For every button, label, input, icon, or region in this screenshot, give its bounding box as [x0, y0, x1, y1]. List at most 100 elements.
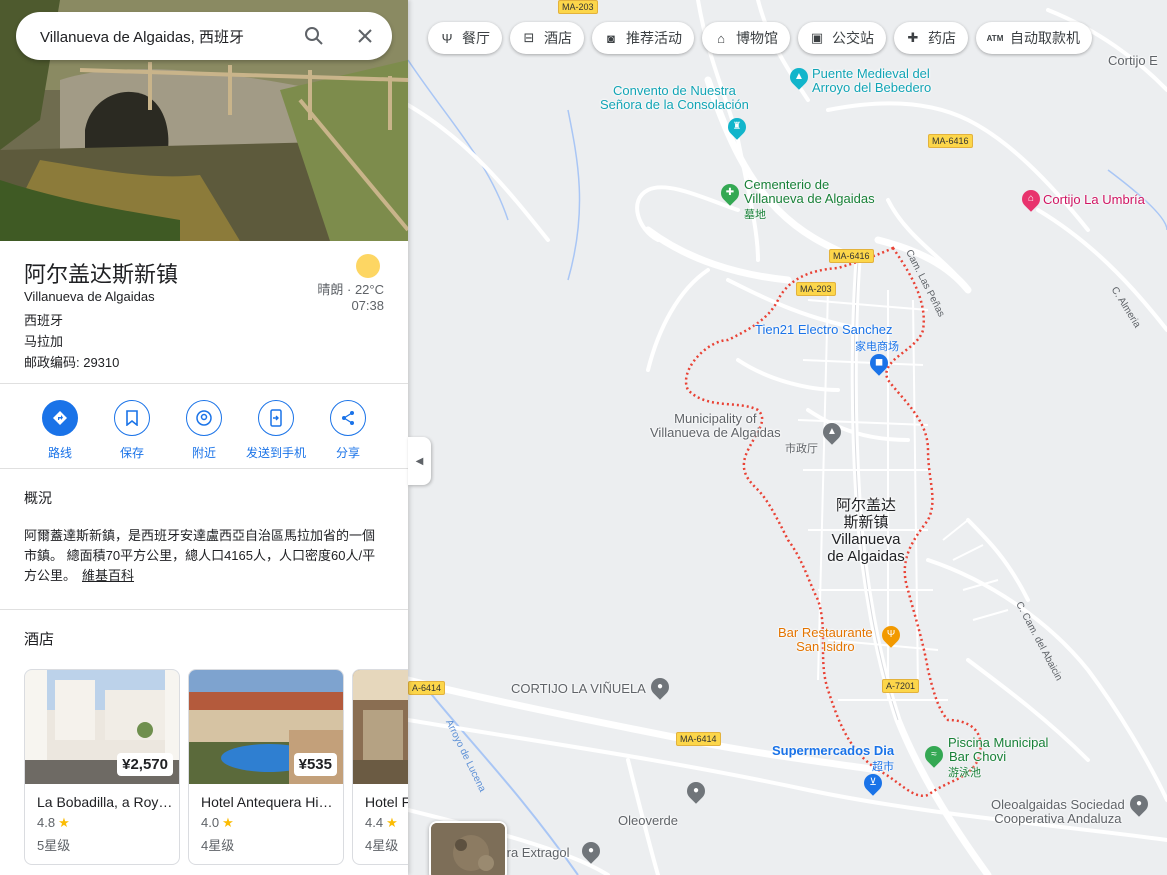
search-icon[interactable]: [302, 24, 326, 48]
hotel-class: 4星级: [201, 838, 235, 853]
layers-toggle-thumbnail[interactable]: [429, 821, 507, 875]
hotel-rating: 4.8 ★: [37, 815, 70, 831]
chip-label: 公交站: [832, 30, 874, 46]
overview-text-block: 阿爾蓋達斯新鎮，是西班牙安達盧西亞自治區馬拉加省的一個市鎮。 總面積70平方公里…: [24, 526, 386, 586]
category-chip-bar: Ψ 餐厅 ⊟ 酒店 ◙ 推荐活动 ⌂ 博物馆 ▣ 公交站 ✚ 药店 ATM 自动取款机: [428, 22, 1092, 54]
hotel-rating-value: 4.8: [37, 815, 56, 830]
hotel-icon: ⊟: [523, 30, 535, 45]
place-pin-icon[interactable]: ●: [647, 674, 673, 700]
poi-puente-label[interactable]: Puente Medieval del Arroyo del Bebedero: [812, 67, 931, 95]
nearby-button[interactable]: 附近: [168, 400, 240, 461]
maps-window: MA-203 MA-6416 MA-6416 MA-203 A-6414 MA-…: [0, 0, 1167, 875]
collapse-panel-button[interactable]: ◀: [408, 437, 431, 485]
search-input[interactable]: [40, 27, 290, 45]
poi-bar-chovi-label[interactable]: Bar Chovi: [949, 750, 1006, 764]
hotel-rating-value: 4.4: [365, 815, 384, 830]
overview-text: 阿爾蓋達斯新鎮，是西班牙安達盧西亞自治區馬拉加省的一個市鎮。 總面積70平方公里…: [24, 528, 376, 583]
poi-cortijo-umbria-label[interactable]: Cortijo La Umbría: [1043, 193, 1145, 207]
divider: [0, 609, 408, 610]
poi-municipality-label[interactable]: Municipality of Villanueva de Algaidas: [650, 412, 781, 440]
hotel-rating: 4.0 ★: [201, 815, 234, 831]
fork-knife-icon[interactable]: Ψ: [878, 622, 904, 648]
chip-label: 酒店: [544, 30, 572, 46]
chip-activities[interactable]: ◙ 推荐活动: [592, 22, 694, 54]
hotel-card[interactable]: Hotel F… 4.4★ 4星级: [352, 669, 408, 865]
castle-icon[interactable]: ♜: [724, 114, 750, 140]
poi-supermercados-sub: 超市: [872, 761, 894, 773]
map-canvas[interactable]: MA-203 MA-6416 MA-6416 MA-203 A-6414 MA-…: [408, 0, 1167, 875]
search-box[interactable]: [16, 12, 392, 60]
pool-icon[interactable]: ≈: [921, 742, 947, 768]
lodging-pin-icon[interactable]: ⌂: [1018, 186, 1044, 212]
chip-restaurant[interactable]: Ψ 餐厅: [428, 22, 502, 54]
poi-cementerio-label[interactable]: Cementerio de Villanueva de Algaidas: [744, 178, 875, 206]
share-button[interactable]: 分享: [312, 400, 384, 461]
hotel-name: La Bobadilla, a Roy…: [37, 794, 173, 810]
hotel-class: 4星级: [365, 838, 399, 853]
directions-icon: [42, 400, 78, 436]
city-hall-icon[interactable]: ▲: [819, 419, 845, 445]
landmark-icon[interactable]: ▲: [786, 64, 812, 90]
bookmark-icon: [114, 400, 150, 436]
action-label: 路线: [47, 446, 72, 460]
directions-button[interactable]: 路线: [24, 400, 96, 461]
chip-label: 餐厅: [462, 30, 490, 46]
poi-oleoalgaidas-label[interactable]: Oleoalgaidas Sociedad Cooperativa Andalu…: [991, 798, 1125, 826]
camera-icon: ◙: [607, 30, 615, 46]
send-to-phone-icon: [258, 400, 294, 436]
hotel-card[interactable]: ¥2,570 La Bobadilla, a Roy… 4.8 ★ 5星级: [24, 669, 180, 865]
road-tag-ma203-top: MA-203: [558, 0, 598, 14]
hotel-photo: [353, 670, 408, 784]
action-label: 分享: [335, 446, 360, 460]
send-to-phone-button[interactable]: 发送到手机: [240, 400, 312, 461]
town-label-line-1: 阿尔盖达: [835, 497, 896, 514]
share-icon: [330, 400, 366, 436]
action-label: 附近: [191, 446, 216, 460]
town-label-line-2: 斯新镇: [843, 514, 889, 531]
hotel-photo: ¥2,570: [25, 670, 179, 784]
weather-condition: 晴朗 · 22°C: [317, 282, 384, 297]
hotel-photo: ¥535: [189, 670, 343, 784]
transit-icon: ▣: [810, 30, 824, 45]
chip-museum[interactable]: ⌂ 博物馆: [702, 22, 790, 54]
chevron-left-icon: ◀: [415, 455, 424, 467]
poi-extragol-label[interactable]: tra Extragol: [503, 846, 569, 860]
museum-icon: ⌂: [717, 30, 725, 46]
chip-atm[interactable]: ATM 自动取款机: [976, 22, 1092, 54]
star-icon: ★: [58, 815, 70, 830]
action-label: 发送到手机: [245, 446, 306, 460]
overview-heading: 概況: [24, 490, 52, 506]
close-icon[interactable]: [353, 24, 377, 48]
hotel-name: Hotel F…: [365, 794, 408, 810]
place-pin-icon[interactable]: ●: [578, 838, 604, 864]
road-tag-a7201: A-7201: [882, 679, 920, 693]
poi-oleoverde-label[interactable]: Oleoverde: [618, 814, 678, 828]
hotel-photo-image: [353, 670, 408, 784]
poi-cortijo-top-label[interactable]: Cortijo E: [1108, 54, 1158, 68]
cart-icon[interactable]: ⊻: [860, 770, 886, 796]
shopping-bag-icon[interactable]: ◼: [866, 350, 892, 376]
road-tag-ma6416-b: MA-6416: [829, 249, 874, 263]
place-pin-icon[interactable]: ●: [1126, 791, 1152, 817]
hotel-card[interactable]: ¥535 Hotel Antequera Hi… 4.0 ★ 4星级: [188, 669, 344, 865]
address-line-2: 西班牙: [24, 313, 64, 328]
poi-tien21-label[interactable]: Tien21 Electro Sanchez: [755, 323, 893, 337]
hotel-rating-value: 4.0: [201, 815, 220, 830]
atm-icon: ATM: [986, 33, 1004, 43]
poi-convento-label[interactable]: Convento de Nuestra Señora de la Consola…: [600, 84, 749, 112]
chip-transit[interactable]: ▣ 公交站: [798, 22, 886, 54]
star-icon: ★: [386, 815, 398, 830]
poi-cortijo-vinuela-label[interactable]: CORTIJO LA VIÑUELA: [511, 682, 646, 696]
place-pin-icon[interactable]: ●: [683, 778, 709, 804]
save-button[interactable]: 保存: [96, 400, 168, 461]
poi-bar-isidro-label[interactable]: Bar Restaurante San Isidro: [778, 626, 873, 654]
divider: [0, 383, 408, 384]
poi-piscina-label[interactable]: Piscina Municipal: [948, 736, 1048, 750]
wikipedia-link[interactable]: 維基百科: [82, 568, 134, 583]
cemetery-icon[interactable]: ✚: [717, 180, 743, 206]
chip-pharmacy[interactable]: ✚ 药店: [894, 22, 968, 54]
road-tag-ma6416-a: MA-6416: [928, 134, 973, 148]
hotel-name: Hotel Antequera Hi…: [201, 794, 333, 810]
poi-supermercados-label[interactable]: Supermercados Dia: [772, 744, 894, 758]
chip-hotel[interactable]: ⊟ 酒店: [510, 22, 584, 54]
